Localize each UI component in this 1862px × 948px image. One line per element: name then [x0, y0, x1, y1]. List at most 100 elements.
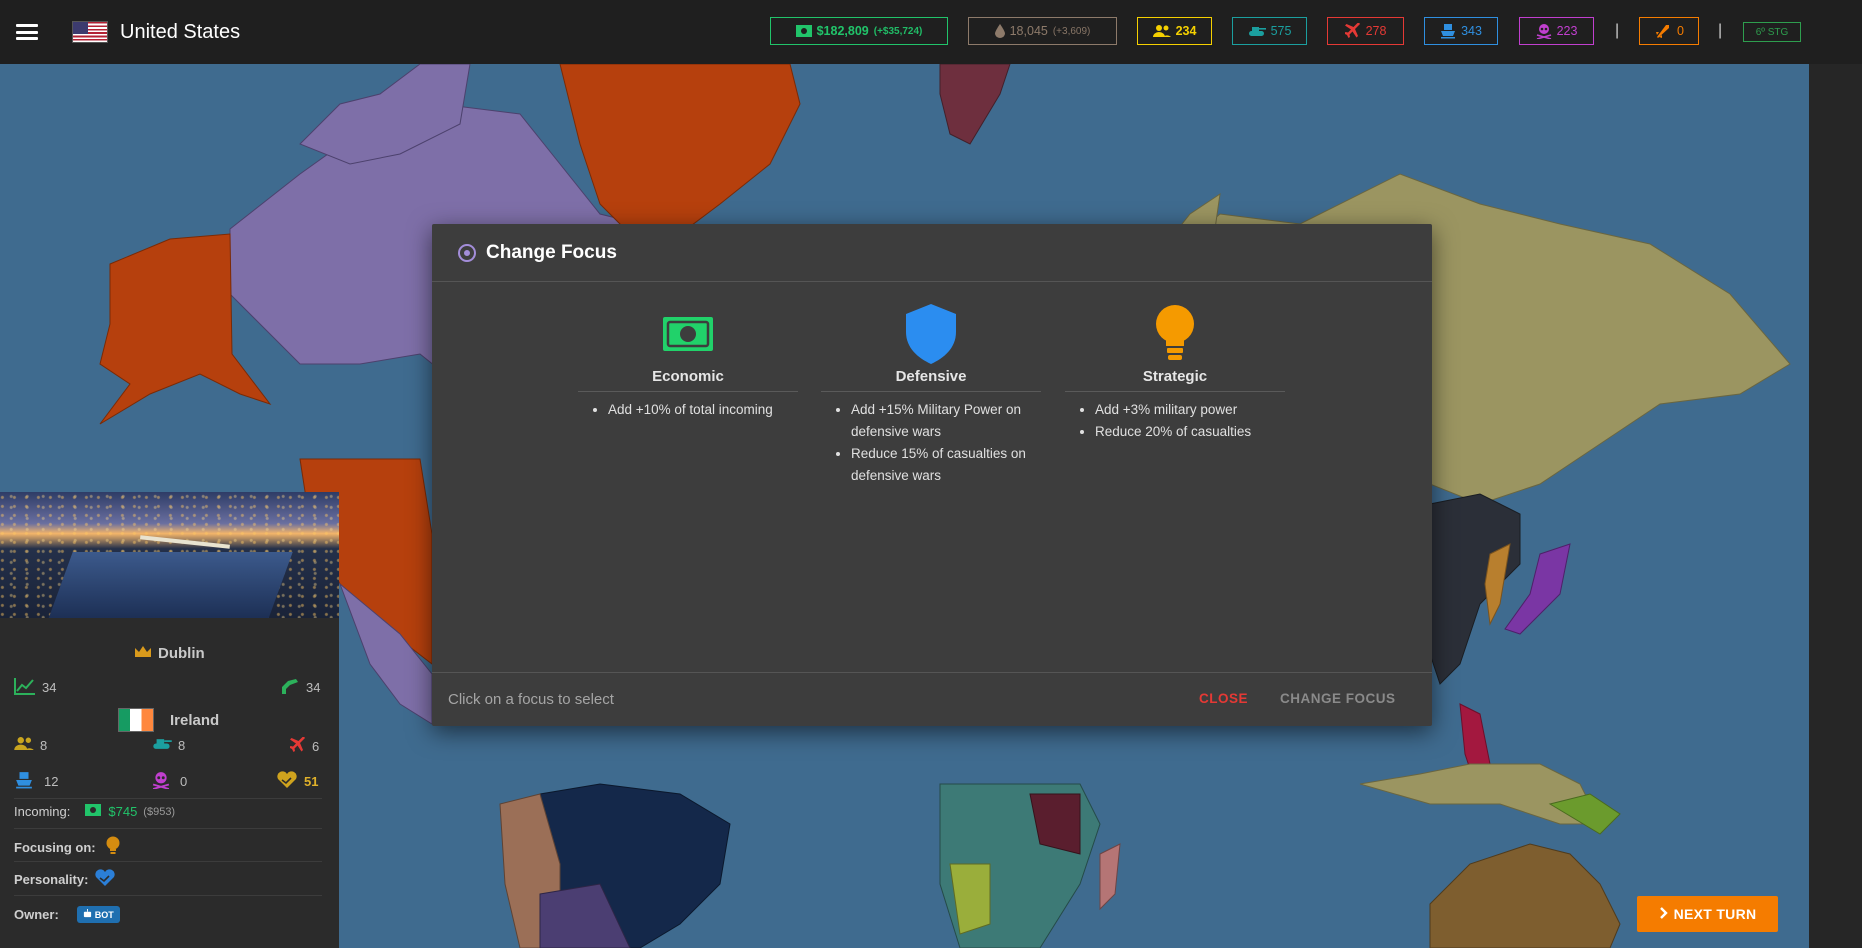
aircraft-value: 278: [1365, 24, 1387, 38]
focus-name: Defensive: [821, 368, 1041, 392]
next-turn-button[interactable]: NEXT TURN: [1637, 896, 1778, 932]
robot-icon: [83, 909, 92, 920]
focus-bullets: Add +10% of total incoming: [578, 399, 798, 421]
hamburger-menu-icon[interactable]: [16, 24, 38, 40]
chevron-right-icon: [1659, 906, 1668, 922]
missile-icon: [1654, 22, 1672, 40]
industry-icon: [280, 677, 300, 698]
game-screen: United States $182,809 (+$35,724) 18,045…: [0, 0, 1862, 948]
economy-stat-row: 34: [14, 677, 56, 698]
ships-row: 12: [14, 771, 58, 792]
personality-label: Personality:: [14, 872, 89, 887]
crown-icon: [134, 645, 152, 662]
oil-drop-icon: [994, 24, 1005, 38]
capital-city-photo: [0, 492, 339, 618]
focus-option-economic[interactable]: Economic Add +10% of total incoming: [578, 304, 798, 421]
stage-badge[interactable]: 6º STG: [1743, 22, 1801, 42]
focus-bullet: Add +3% military power: [1095, 399, 1285, 421]
lightbulb-icon: [1065, 304, 1285, 364]
incoming-value: $745: [108, 804, 138, 819]
oil-delta: (+3,609): [1052, 25, 1091, 37]
bot-badge: BOT: [76, 906, 120, 923]
country-name: Ireland: [170, 711, 220, 729]
tanks-row: 8: [152, 737, 185, 753]
skull-icon: [1536, 23, 1552, 39]
heart-icon: [94, 869, 116, 890]
close-button[interactable]: CLOSE: [1199, 691, 1248, 706]
industry-stat-row: 34: [280, 677, 320, 698]
focus-option-defensive[interactable]: Defensive Add +15% Military Power on def…: [821, 304, 1041, 487]
focus-option-strategic[interactable]: Strategic Add +3% military power Reduce …: [1065, 304, 1285, 443]
heart-handshake-icon: [276, 771, 298, 792]
nukes-value: 223: [1556, 24, 1578, 38]
money-stat[interactable]: $182,809 (+$35,724): [770, 17, 948, 45]
ship-icon: [1440, 23, 1456, 39]
dialog-header: Change Focus: [432, 224, 1432, 282]
country-title: United States: [120, 20, 241, 43]
focus-bullet: Add +10% of total incoming: [608, 399, 798, 421]
owner-row: Owner: BOT: [14, 906, 120, 923]
population-value-panel: 8: [40, 737, 48, 753]
ship-icon-small: [14, 771, 34, 792]
ships-stat[interactable]: 343: [1424, 17, 1498, 45]
stats-divider: |: [1615, 22, 1620, 39]
nukes-stat[interactable]: 223: [1519, 17, 1594, 45]
us-flag-icon: [72, 21, 108, 43]
skull-icon-small: [152, 771, 170, 792]
stage-value: 6º STG: [1755, 26, 1789, 38]
tanks-stat[interactable]: 575: [1232, 17, 1307, 45]
focus-name: Economic: [578, 368, 798, 392]
money-delta: (+$35,724): [873, 25, 923, 37]
aircraft-stat[interactable]: 278: [1327, 17, 1404, 45]
aircraft-row: 6: [289, 736, 320, 756]
next-turn-label: NEXT TURN: [1673, 906, 1757, 922]
focus-bullet: Reduce 20% of casualties: [1095, 421, 1285, 443]
population-stat[interactable]: 234: [1137, 17, 1212, 45]
selection-hint: Click on a focus to select: [448, 691, 614, 708]
focus-bullet: Reduce 15% of casualties on defensive wa…: [851, 443, 1041, 487]
population-value: 234: [1175, 24, 1197, 38]
ships-value: 343: [1461, 24, 1482, 38]
focusing-row: Focusing on:: [14, 836, 120, 859]
missiles-stat[interactable]: 0: [1639, 17, 1699, 45]
panel-divider-3: [14, 861, 322, 862]
people-icon: [1152, 25, 1171, 37]
relations-row: 51: [276, 771, 318, 792]
tank-icon-small: [152, 737, 172, 753]
population-row: 8: [14, 737, 47, 753]
capital-row: Dublin: [134, 645, 205, 662]
personality-row: Personality:: [14, 869, 116, 890]
country-row: Ireland: [118, 708, 219, 732]
oil-value: 18,045: [1009, 24, 1048, 38]
owner-badge-text: BOT: [94, 909, 114, 920]
capital-name: Dublin: [158, 645, 205, 662]
ships-value-panel: 12: [44, 774, 59, 789]
change-focus-button[interactable]: CHANGE FOCUS: [1280, 691, 1396, 706]
owner-label: Owner:: [14, 907, 59, 922]
dialog-footer: Click on a focus to select CLOSE CHANGE …: [432, 672, 1432, 726]
stats-divider-2: |: [1718, 22, 1723, 39]
incoming-label: Incoming:: [14, 804, 71, 819]
focus-bullets: Add +15% Military Power on defensive war…: [821, 399, 1041, 487]
tank-icon: [1248, 25, 1266, 37]
cash-icon: [795, 25, 812, 37]
missiles-value: 0: [1677, 24, 1684, 38]
aircraft-value-panel: 6: [312, 739, 320, 754]
incoming-sub: ($953): [143, 805, 176, 818]
airplane-icon-small: [289, 736, 306, 756]
airplane-icon: [1344, 23, 1361, 39]
cash-icon-small: [84, 804, 102, 819]
industry-value: 34: [306, 680, 321, 695]
incoming-row: Incoming: $745 ($953): [14, 804, 175, 819]
focus-bullets: Add +3% military power Reduce 20% of cas…: [1065, 399, 1285, 443]
nukes-row: 0: [152, 771, 187, 792]
shield-icon: [821, 304, 1041, 364]
players-sidebar: [1809, 64, 1862, 948]
lightbulb-icon-small: [106, 836, 120, 859]
ireland-flag-icon-small: [118, 708, 154, 732]
economy-value: 34: [42, 680, 57, 695]
relations-value: 51: [304, 774, 319, 789]
panel-divider-2: [14, 828, 322, 829]
tanks-value-panel: 8: [178, 737, 186, 753]
oil-stat[interactable]: 18,045 (+3,609): [968, 17, 1117, 45]
